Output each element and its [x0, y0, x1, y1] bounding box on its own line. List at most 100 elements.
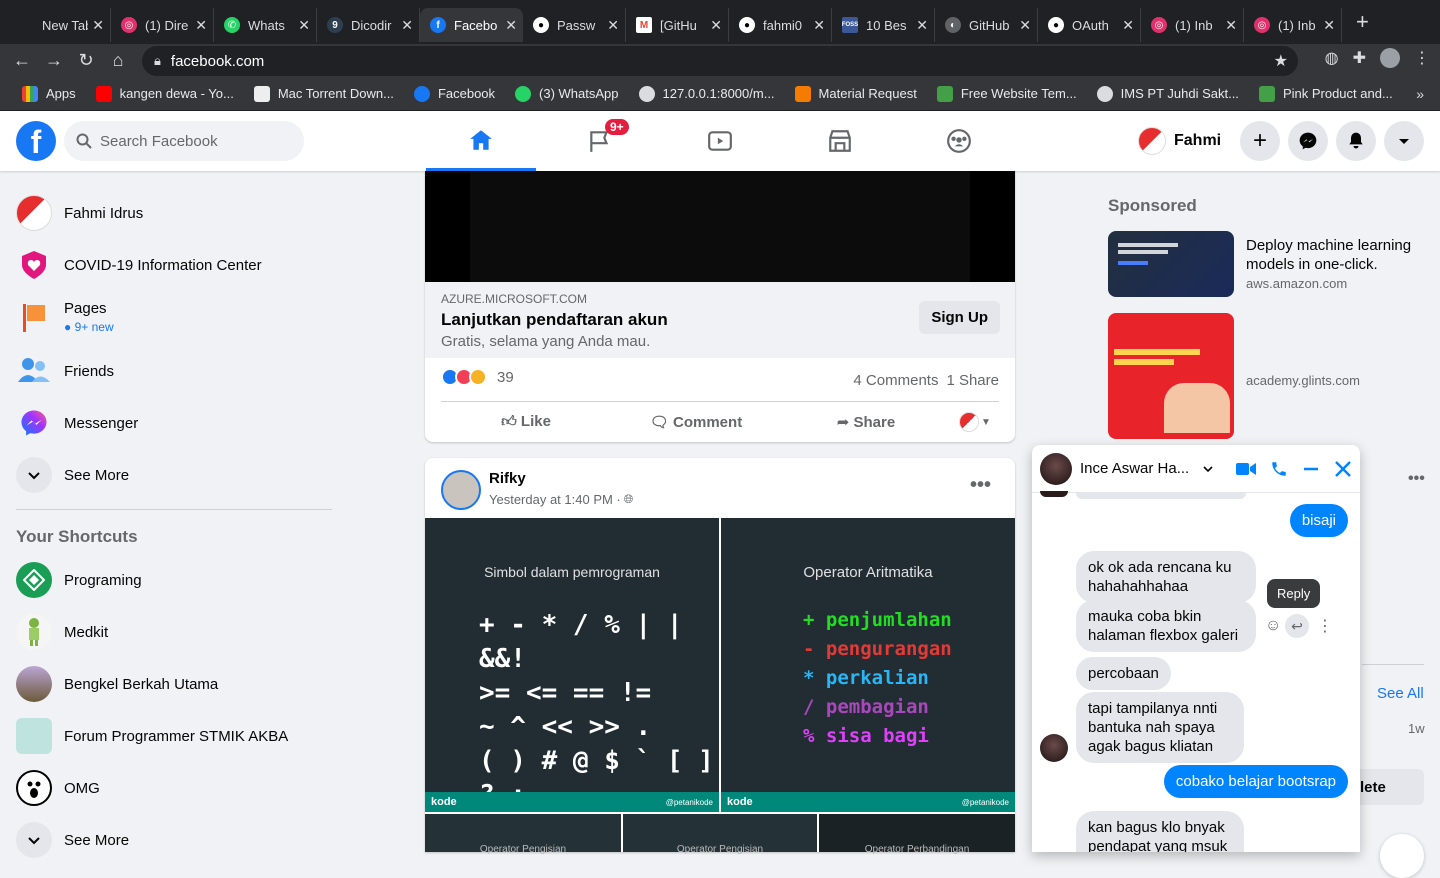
shortcut-item[interactable]: OMG	[16, 770, 100, 806]
browser-tab[interactable]: ✆ Whats ✕	[214, 8, 317, 42]
close-tab-icon[interactable]: ✕	[1019, 17, 1031, 34]
like-button[interactable]: 👍︎ Like	[441, 413, 611, 431]
message-bubble-incoming[interactable]: percobaan	[1076, 657, 1171, 690]
browser-tab[interactable]: ◎ (1) Dire ✕	[111, 8, 214, 42]
sidebar-item-messenger[interactable]: Messenger	[16, 405, 138, 441]
share-button[interactable]: ➦ Share	[781, 413, 951, 431]
post-image[interactable]: Simbol dalam pemrograman + - * / % | | &…	[425, 518, 719, 812]
browser-tab[interactable]: ● fahmi0 ✕	[729, 8, 832, 42]
facebook-logo[interactable]: f	[16, 121, 56, 161]
shortcut-item[interactable]: Programing	[16, 562, 142, 598]
more-options-icon[interactable]: ⋮	[1317, 616, 1333, 636]
sidebar-item-friends[interactable]: Friends	[16, 353, 114, 389]
post-image-thumb[interactable]: Operator Pengisian	[425, 814, 621, 855]
browser-tab[interactable]: 9 Dicodir ✕	[317, 8, 420, 42]
bookmark-item[interactable]: Mac Torrent Down...	[246, 85, 402, 102]
notifications-button[interactable]	[1336, 121, 1376, 161]
ad-video-frame[interactable]	[425, 171, 1015, 282]
options-icon[interactable]: •••	[1408, 470, 1425, 488]
forward-icon[interactable]: →	[38, 46, 70, 76]
comment-button[interactable]: 🗨︎ Comment	[611, 413, 781, 431]
smiley-react-icon[interactable]: ☺	[1265, 617, 1281, 635]
bookmark-item[interactable]: IMS PT Juhdi Sakt...	[1089, 85, 1247, 102]
profile-chip[interactable]: Fahmi	[1138, 123, 1221, 159]
message-bubble-outgoing[interactable]: bisaji	[1289, 504, 1348, 537]
sidebar-item-pages[interactable]: Pages ● 9+ new	[16, 299, 114, 335]
bookmark-item[interactable]: Pink Product and...	[1251, 85, 1401, 102]
minimize-icon[interactable]	[1302, 460, 1320, 478]
close-tab-icon[interactable]: ✕	[505, 17, 517, 34]
ad-image-aws[interactable]	[1108, 231, 1234, 297]
ad-image-glints[interactable]	[1108, 313, 1234, 439]
extensions-icon[interactable]: ✚	[1353, 48, 1366, 68]
browser-tab[interactable]: ● OAuth ✕	[1038, 8, 1141, 42]
ad-site[interactable]: aws.amazon.com	[1246, 276, 1347, 291]
chevron-down-icon[interactable]	[1202, 463, 1214, 475]
home-icon[interactable]: ⌂	[102, 46, 134, 76]
close-tab-icon[interactable]: ✕	[1225, 17, 1237, 34]
close-tab-icon[interactable]: ✕	[298, 17, 310, 34]
browser-tab[interactable]: ◎ (1) Inb ✕	[1141, 8, 1244, 42]
see-all-link[interactable]: See All	[1377, 685, 1424, 702]
chat-contact-name[interactable]: Ince Aswar Ha...	[1080, 460, 1196, 477]
sidebar-item-covid[interactable]: COVID-19 Information Center	[16, 247, 262, 283]
address-bar[interactable]: 🔒︎ facebook.com ★	[142, 46, 1298, 76]
search-input[interactable]	[100, 132, 290, 150]
browser-tab-active[interactable]: f Facebo ✕	[420, 8, 523, 42]
ad-title[interactable]: Deploy machine learning models in one-cl…	[1246, 236, 1426, 274]
shortcuts-see-more[interactable]: See More	[16, 822, 129, 858]
browser-tab[interactable]: ● Passw ✕	[523, 8, 626, 42]
nav-groups[interactable]	[904, 111, 1014, 171]
vpn-globe-icon[interactable]: ◍	[1325, 48, 1339, 68]
bookmark-item[interactable]: 127.0.0.1:8000/m...	[631, 85, 783, 102]
close-tab-icon[interactable]: ✕	[401, 17, 413, 34]
browser-tab[interactable]: M [GitHu ✕	[626, 8, 729, 42]
message-bubble-incoming[interactable]: kan bagus klo bnyak pendapat yang msuk	[1076, 811, 1244, 852]
phone-icon[interactable]	[1270, 460, 1288, 478]
bookmark-apps[interactable]: Apps	[14, 85, 84, 102]
reply-icon[interactable]: ↩	[1285, 614, 1309, 638]
search-box[interactable]	[64, 121, 304, 161]
menu-kebab-icon[interactable]: ⋮	[1414, 48, 1430, 68]
bookmark-item[interactable]: Free Website Tem...	[929, 85, 1085, 102]
bookmark-item[interactable]: (3) WhatsApp	[507, 85, 626, 102]
bookmark-item[interactable]: Facebook	[406, 85, 503, 102]
bookmark-star-icon[interactable]: ★	[1274, 51, 1288, 71]
browser-tab[interactable]: ◎ (1) Inb ✕	[1244, 8, 1342, 42]
reaction-summary[interactable]: 39	[441, 368, 514, 386]
nav-pages[interactable]: 9+	[545, 111, 655, 171]
react-as-selector[interactable]: ▼	[951, 412, 999, 432]
shares-count[interactable]: 1 Share	[946, 372, 999, 389]
nav-home[interactable]	[426, 111, 536, 171]
shortcut-item[interactable]: Forum Programmer STMIK AKBA	[16, 718, 288, 754]
new-message-button[interactable]	[1380, 834, 1424, 878]
browser-tab[interactable]: ◐ GitHub ✕	[935, 8, 1038, 42]
video-call-icon[interactable]	[1236, 461, 1256, 477]
close-tab-icon[interactable]: ✕	[92, 17, 104, 34]
ad-site[interactable]: academy.glints.com	[1246, 373, 1360, 388]
post-image-thumb[interactable]: Operator Pengisian	[623, 814, 817, 855]
back-icon[interactable]: ←	[6, 46, 38, 76]
sign-up-button[interactable]: Sign Up	[919, 301, 1000, 334]
close-tab-icon[interactable]: ✕	[1323, 17, 1335, 34]
message-bubble-incoming[interactable]: mauka coba bkin halaman flexbox galeri	[1076, 600, 1256, 652]
chat-header[interactable]: Ince Aswar Ha...	[1032, 445, 1360, 493]
close-tab-icon[interactable]: ✕	[1122, 17, 1134, 34]
close-tab-icon[interactable]: ✕	[710, 17, 722, 34]
reload-icon[interactable]: ↻	[70, 46, 102, 76]
close-tab-icon[interactable]: ✕	[195, 17, 207, 34]
post-timestamp[interactable]: Yesterday at 1:40 PM ·	[489, 492, 621, 507]
close-tab-icon[interactable]: ✕	[607, 17, 619, 34]
ad-link-preview[interactable]: AZURE.MICROSOFT.COM Lanjutkan pendaftara…	[425, 282, 1015, 358]
account-menu-button[interactable]	[1384, 121, 1424, 161]
bookmark-item[interactable]: kangen dewa - Yo...	[88, 85, 242, 102]
sidebar-item-profile[interactable]: Fahmi Idrus	[16, 195, 143, 231]
browser-tab[interactable]: New Tab ✕	[8, 8, 111, 42]
messenger-button[interactable]	[1288, 121, 1328, 161]
browser-tab[interactable]: FOSS 10 Bes ✕	[832, 8, 935, 42]
post-options-icon[interactable]: •••	[970, 474, 991, 497]
new-tab-button[interactable]: +	[1356, 9, 1369, 35]
post-image[interactable]: Operator Aritmatika + penjumlahan - peng…	[721, 518, 1015, 812]
nav-watch[interactable]	[665, 111, 775, 171]
avatar[interactable]	[441, 470, 481, 510]
